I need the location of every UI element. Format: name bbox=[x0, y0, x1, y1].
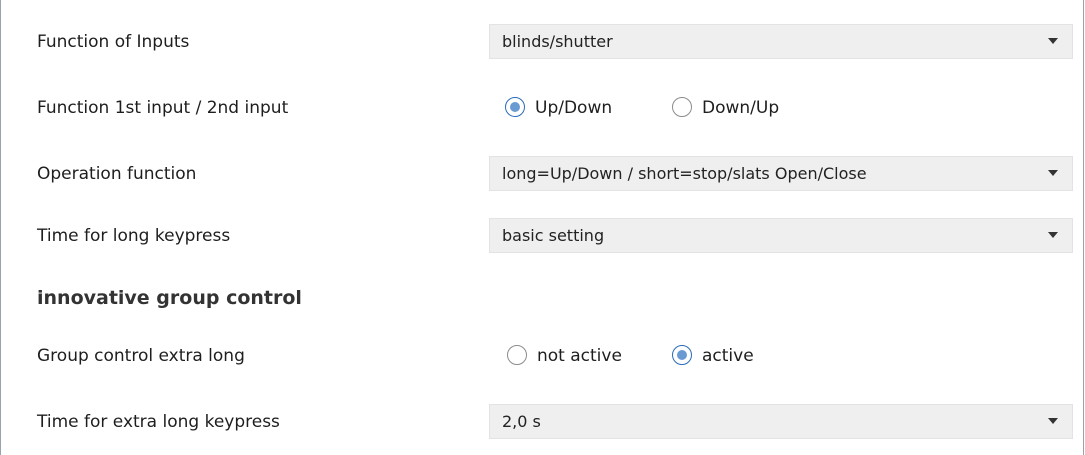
radio-button-icon bbox=[505, 97, 525, 117]
caret-down-icon bbox=[1048, 170, 1058, 176]
radio-button-icon bbox=[672, 345, 692, 365]
radio-not-active-label: not active bbox=[537, 346, 622, 366]
row-time-long-keypress: Time for long keypress basic setting bbox=[0, 216, 1085, 256]
time-extra-long-keypress-dropdown[interactable]: 2,0 s bbox=[489, 404, 1073, 439]
section-heading: innovative group control bbox=[37, 287, 302, 309]
function-1st-2nd-input-label: Function 1st input / 2nd input bbox=[37, 98, 289, 118]
operation-function-value: long=Up/Down / short=stop/slats Open/Clo… bbox=[502, 164, 867, 183]
row-operation-function: Operation function long=Up/Down / short=… bbox=[0, 154, 1085, 194]
row-time-extra-long-keypress: Time for extra long keypress 2,0 s bbox=[0, 402, 1085, 442]
caret-down-icon bbox=[1048, 38, 1058, 44]
radio-down-up-label: Down/Up bbox=[702, 98, 780, 118]
operation-function-dropdown[interactable]: long=Up/Down / short=stop/slats Open/Clo… bbox=[489, 156, 1073, 191]
radio-active-label: active bbox=[702, 346, 754, 366]
caret-down-icon bbox=[1048, 418, 1058, 424]
row-group-control-extra-long: Group control extra long not active acti… bbox=[0, 336, 1085, 376]
time-long-keypress-value: basic setting bbox=[502, 226, 605, 245]
radio-button-icon bbox=[672, 97, 692, 117]
function-of-inputs-dropdown[interactable]: blinds/shutter bbox=[489, 24, 1073, 59]
radio-up-down-label: Up/Down bbox=[535, 98, 613, 118]
time-long-keypress-dropdown[interactable]: basic setting bbox=[489, 218, 1073, 253]
function-of-inputs-label: Function of Inputs bbox=[37, 32, 190, 52]
time-long-keypress-label: Time for long keypress bbox=[37, 226, 231, 246]
caret-down-icon bbox=[1048, 232, 1058, 238]
operation-function-label: Operation function bbox=[37, 164, 197, 184]
function-of-inputs-value: blinds/shutter bbox=[502, 32, 613, 51]
row-function-1st-2nd-input: Function 1st input / 2nd input Up/Down D… bbox=[0, 88, 1085, 128]
radio-button-icon bbox=[507, 345, 527, 365]
time-extra-long-keypress-value: 2,0 s bbox=[502, 412, 541, 431]
time-extra-long-keypress-label: Time for extra long keypress bbox=[37, 412, 280, 432]
group-control-extra-long-label: Group control extra long bbox=[37, 346, 245, 366]
row-function-of-inputs: Function of Inputs blinds/shutter bbox=[0, 22, 1085, 62]
